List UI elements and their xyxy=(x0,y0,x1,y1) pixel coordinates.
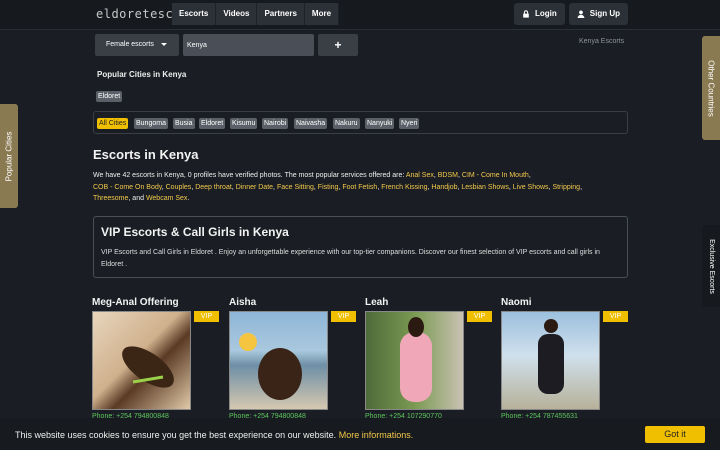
profile-photo-image xyxy=(400,317,432,402)
user-icon xyxy=(577,10,585,18)
login-label: Login xyxy=(535,9,557,18)
popular-cities-title: Popular Cities in Kenya xyxy=(97,70,187,79)
city-filter-eldoret[interactable]: Eldoret xyxy=(199,118,226,129)
nav-videos[interactable]: Videos xyxy=(216,3,258,25)
profile-photo[interactable] xyxy=(229,311,328,410)
auth-buttons: Login Sign Up xyxy=(514,3,628,25)
city-filter-naivasha[interactable]: Naivasha xyxy=(294,118,328,129)
vip-description: VIP Escorts and Call Girls in Eldoret . … xyxy=(101,249,600,268)
exclusive-escorts-side-tab[interactable]: Exclusive Escorts xyxy=(702,225,720,307)
add-button[interactable]: + xyxy=(318,34,358,56)
lock-icon xyxy=(523,10,529,18)
service-link[interactable]: Fisting xyxy=(318,184,339,191)
profile-photo-image xyxy=(122,346,174,388)
service-link[interactable]: Stripping xyxy=(552,184,580,191)
city-filter-bungoma[interactable]: Bungoma xyxy=(134,118,168,129)
page-description: We have 42 escorts in Kenya, 0 profiles … xyxy=(93,172,583,202)
profile-name[interactable]: Naomi xyxy=(501,297,532,308)
nav-escorts[interactable]: Escorts xyxy=(172,3,217,25)
service-link[interactable]: Anal Sex xyxy=(406,172,434,179)
page-title: Escorts in Kenya xyxy=(93,147,199,162)
cookie-accept-button[interactable]: Got it xyxy=(645,426,705,443)
popular-cities-tab-label: Popular Cities xyxy=(4,131,14,181)
signup-label: Sign Up xyxy=(589,9,620,18)
location-input[interactable] xyxy=(183,34,314,56)
vip-badge: VIP xyxy=(603,311,628,322)
cookie-more-info-link[interactable]: More informations. xyxy=(339,430,414,440)
vip-badge: VIP xyxy=(467,311,492,322)
other-countries-side-tab[interactable]: Other Countries xyxy=(702,36,720,140)
top-navbar: eldoretescorts Escorts Videos Partners M… xyxy=(0,0,720,30)
other-countries-tab-label: Other Countries xyxy=(706,59,716,117)
nav-more[interactable]: More xyxy=(304,3,340,25)
description-intro: We have 42 escorts in Kenya, 0 profiles … xyxy=(93,172,406,179)
profile-photo-image xyxy=(239,333,302,400)
popular-cities-side-tab[interactable]: Popular Cities xyxy=(0,104,18,208)
service-link[interactable]: Handjob xyxy=(431,184,457,191)
profile-name[interactable]: Aisha xyxy=(229,297,256,308)
service-link[interactable]: Webcam Sex xyxy=(146,195,188,202)
city-filter-nanyuki[interactable]: Nanyuki xyxy=(365,118,395,129)
chevron-down-icon xyxy=(161,43,167,46)
city-filter-kisumu[interactable]: Kisumu xyxy=(230,118,258,129)
and-word: and xyxy=(132,195,144,202)
service-link[interactable]: French Kissing xyxy=(381,184,427,191)
service-link[interactable]: Live Shows xyxy=(513,184,549,191)
signup-button[interactable]: Sign Up xyxy=(568,3,628,25)
service-link[interactable]: Lesbian Shows xyxy=(461,184,508,191)
profile-photo[interactable] xyxy=(501,311,600,410)
login-button[interactable]: Login xyxy=(514,3,565,25)
nav-partners[interactable]: Partners xyxy=(257,3,305,25)
service-link[interactable]: Deep throat xyxy=(195,184,232,191)
service-link[interactable]: Foot Fetish xyxy=(342,184,377,191)
main-nav: Escorts Videos Partners More xyxy=(172,3,340,25)
cookie-text: This website uses cookies to ensure you … xyxy=(15,430,337,440)
profile-photo-image xyxy=(538,319,564,394)
city-filter-nyeri[interactable]: Nyeri xyxy=(399,118,420,129)
service-link[interactable]: Couples xyxy=(166,184,192,191)
service-link[interactable]: COB - Come On Body xyxy=(93,184,162,191)
exclusive-escorts-tab-label: Exclusive Escorts xyxy=(707,238,715,294)
service-link[interactable]: Threesome xyxy=(93,195,128,202)
country-link[interactable]: Kenya Escorts xyxy=(579,38,624,45)
profile-photo[interactable] xyxy=(92,311,191,410)
city-filter-all[interactable]: All Cities xyxy=(97,118,129,129)
city-filter-nakuru[interactable]: Nakuru xyxy=(333,118,360,129)
service-link[interactable]: BDSM xyxy=(438,172,458,179)
service-link[interactable]: CIM - Come In Mouth xyxy=(462,172,529,179)
vip-title: VIP Escorts & Call Girls in Kenya xyxy=(101,225,289,239)
category-select-value: Female escorts xyxy=(106,41,154,48)
vip-badge: VIP xyxy=(331,311,356,322)
city-tag-eldoret[interactable]: Eldoret xyxy=(96,91,123,102)
vip-badge: VIP xyxy=(194,311,219,322)
city-filter-nairobi[interactable]: Nairobi xyxy=(262,118,289,129)
profile-name[interactable]: Meg-Anal Offering xyxy=(92,297,179,308)
profile-name[interactable]: Leah xyxy=(365,297,388,308)
cookie-banner: This website uses cookies to ensure you … xyxy=(0,418,720,450)
category-select[interactable]: Female escorts xyxy=(95,34,179,56)
profile-photo[interactable] xyxy=(365,311,464,410)
city-filter-busia[interactable]: Busia xyxy=(173,118,195,129)
service-link[interactable]: Dinner Date xyxy=(236,184,273,191)
cookie-message: This website uses cookies to ensure you … xyxy=(15,430,413,440)
service-link[interactable]: Face Sitting xyxy=(277,184,314,191)
